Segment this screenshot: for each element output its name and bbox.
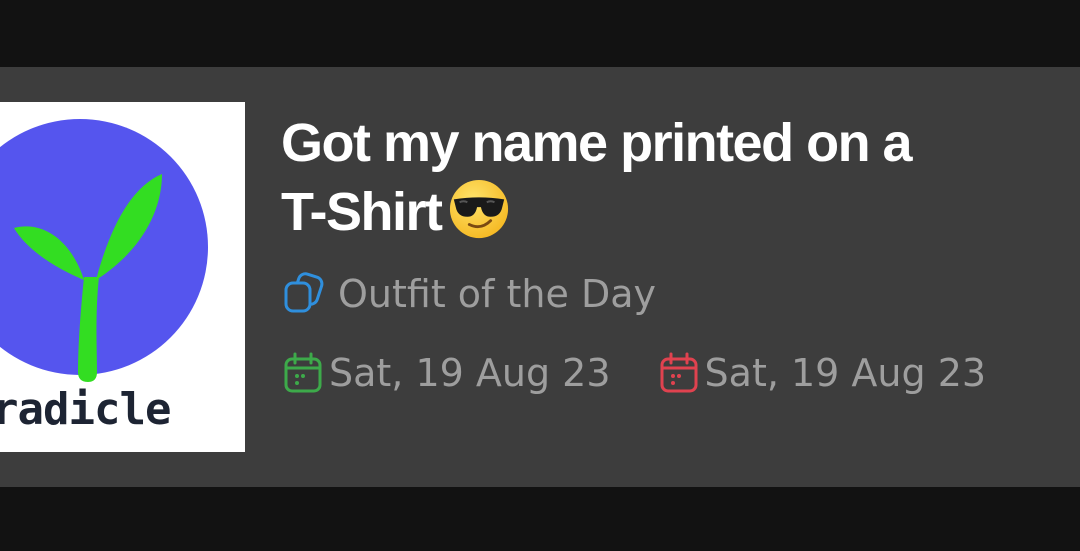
calendar-icon xyxy=(660,352,698,393)
end-date: Sat, 19 Aug 23 xyxy=(659,351,987,395)
documents-icon xyxy=(284,272,324,313)
start-date-label: Sat, 19 Aug 23 xyxy=(329,351,611,395)
logo-wordmark: radicle xyxy=(0,384,171,435)
category-label: Outfit of the Day xyxy=(338,272,656,316)
start-date: Sat, 19 Aug 23 xyxy=(283,351,611,395)
title-line-2: T-Shirt xyxy=(281,182,443,242)
sunglasses-emoji-icon xyxy=(449,179,508,239)
post-title[interactable]: Got my name printed on a T-Shirt xyxy=(281,109,1061,247)
end-date-label: Sat, 19 Aug 23 xyxy=(704,351,987,395)
title-line-1: Got my name printed on a xyxy=(281,113,913,173)
post-thumbnail[interactable]: radicle xyxy=(0,102,245,452)
post-category[interactable]: Outfit of the Day xyxy=(282,271,656,317)
post-dates: Sat, 19 Aug 23 Sat, 19 Aug 23 xyxy=(283,351,986,395)
calendar-icon xyxy=(284,352,322,393)
post-card[interactable]: radicle Got my name printed on a T-Shirt… xyxy=(0,67,1080,487)
